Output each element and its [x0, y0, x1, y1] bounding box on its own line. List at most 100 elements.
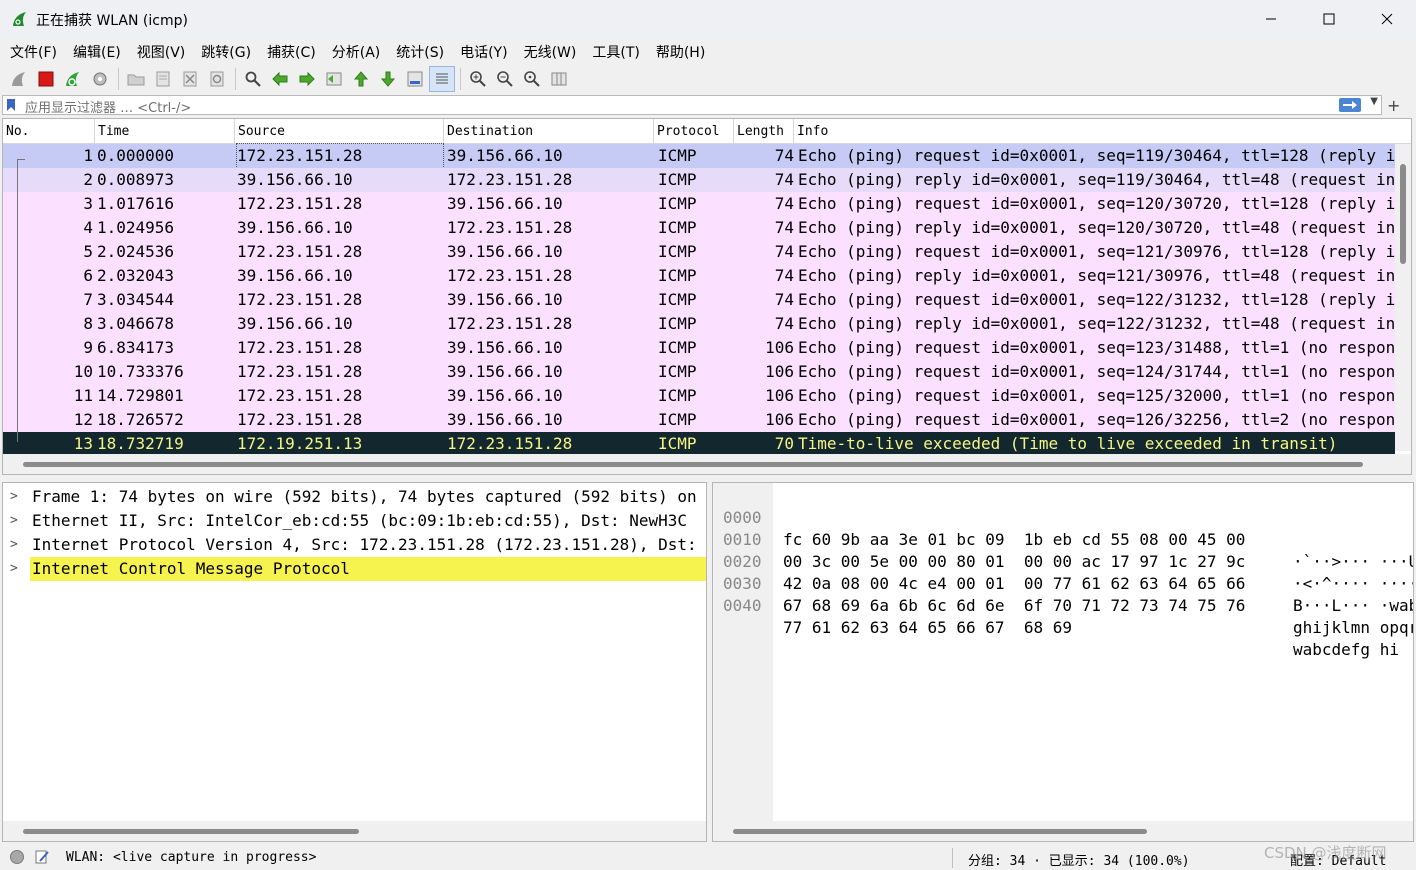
capture-comment-icon[interactable] [34, 849, 50, 865]
packet-list-horizontal-scrollbar[interactable] [3, 454, 1411, 474]
packet-info: Echo (ping) reply id=0x0001, seq=119/304… [798, 170, 1395, 189]
packet-row[interactable]: 10 10.733376 172.23.151.28 39.156.66.10 … [3, 360, 1395, 384]
details-horizontal-scrollbar[interactable] [3, 821, 706, 841]
go-first-button[interactable] [348, 66, 374, 92]
byte-hex[interactable]: fc 60 9b aa 3e 01 bc 09 1b eb cd 55 08 0… [783, 529, 1245, 551]
packet-info: Time-to-live exceeded (Time to live exce… [798, 434, 1338, 453]
scrollbar-thumb[interactable] [1400, 164, 1406, 264]
packet-row-ttl-exceeded[interactable]: 13 18.732719 172.19.251.13 172.23.151.28… [3, 432, 1395, 456]
zoom-out-button[interactable] [492, 66, 518, 92]
menu-go[interactable]: 跳转(G) [193, 38, 259, 64]
bytes-horizontal-scrollbar[interactable] [713, 821, 1413, 841]
menu-analyze[interactable]: 分析(A) [324, 38, 389, 64]
byte-ascii[interactable]: ·`··>··· ···U··E· [1293, 551, 1413, 573]
scrollbar-thumb[interactable] [23, 462, 1363, 467]
scrollbar-thumb[interactable] [733, 829, 1147, 834]
packet-protocol: ICMP [658, 362, 697, 381]
start-capture-button[interactable] [6, 66, 32, 92]
packet-row[interactable]: 3 1.017616 172.23.151.28 39.156.66.10 IC… [3, 192, 1395, 216]
menu-view[interactable]: 视图(V) [129, 38, 194, 64]
close-file-button[interactable] [177, 66, 203, 92]
go-last-button[interactable] [375, 66, 401, 92]
chevron-right-icon[interactable]: > [10, 509, 18, 533]
chevron-right-icon[interactable]: > [10, 533, 18, 557]
packet-destination: 172.23.151.28 [447, 266, 573, 285]
byte-ascii[interactable]: B···L··· ·wabcdef [1293, 595, 1413, 617]
restart-capture-button[interactable] [60, 66, 86, 92]
save-file-button[interactable] [150, 66, 176, 92]
packet-length: 70 [774, 434, 794, 453]
packet-row[interactable]: 8 3.046678 39.156.66.10 172.23.151.28 IC… [3, 312, 1395, 336]
packet-row[interactable]: 9 6.834173 172.23.151.28 39.156.66.10 IC… [3, 336, 1395, 360]
menu-telephony[interactable]: 电话(Y) [452, 38, 515, 64]
open-file-button[interactable] [123, 66, 149, 92]
display-filter-bar[interactable]: 应用显示过滤器 … <Ctrl-/> ▼ [2, 95, 1382, 116]
column-header-length[interactable]: Length [734, 119, 794, 144]
detail-tree-item[interactable]: > Frame 1: 74 bytes on wire (592 bits), … [3, 485, 706, 509]
menu-help[interactable]: 帮助(H) [648, 38, 713, 64]
menu-file[interactable]: 文件(F) [2, 38, 65, 64]
byte-ascii[interactable]: ghijklmn opqrstuv [1293, 617, 1413, 639]
byte-hex[interactable]: 42 0a 08 00 4c e4 00 01 00 77 61 62 63 6… [783, 573, 1245, 595]
scrollbar-thumb[interactable] [23, 829, 359, 834]
column-header-info[interactable]: Info [794, 119, 1411, 144]
menu-wireless[interactable]: 无线(W) [516, 38, 585, 64]
packet-destination: 172.23.151.28 [447, 434, 573, 453]
detail-tree-item[interactable]: > Ethernet II, Src: IntelCor_eb:cd:55 (b… [3, 509, 706, 533]
colorize-list-icon [436, 73, 448, 84]
go-forward-button[interactable] [294, 66, 320, 92]
auto-scroll-button[interactable] [402, 66, 428, 92]
packet-row[interactable]: 11 14.729801 172.23.151.28 39.156.66.10 … [3, 384, 1395, 408]
packet-row[interactable]: 12 18.726572 172.23.151.28 39.156.66.10 … [3, 408, 1395, 432]
close-button[interactable] [1358, 0, 1416, 38]
zoom-normal-button[interactable] [519, 66, 545, 92]
packet-length: 74 [774, 242, 794, 261]
byte-hex[interactable]: 67 68 69 6a 6b 6c 6d 6e 6f 70 71 72 73 7… [783, 595, 1245, 617]
go-back-button[interactable] [267, 66, 293, 92]
packet-list-vertical-scrollbar[interactable] [1395, 144, 1411, 451]
menu-capture[interactable]: 捕获(C) [259, 38, 324, 64]
zoom-in-button[interactable] [465, 66, 491, 92]
column-header-source[interactable]: Source [235, 119, 444, 144]
detail-tree-item[interactable]: > Internet Control Message Protocol [3, 557, 706, 581]
packet-row[interactable]: 4 1.024956 39.156.66.10 172.23.151.28 IC… [3, 216, 1395, 240]
detail-tree-item[interactable]: > Internet Protocol Version 4, Src: 172.… [3, 533, 706, 557]
add-filter-button[interactable]: + [1387, 96, 1400, 115]
packet-row[interactable]: 1 0.000000 172.23.151.28 39.156.66.10 IC… [3, 143, 1395, 169]
byte-hex[interactable]: 77 61 62 63 64 65 66 67 68 69 [783, 617, 1072, 639]
column-header-protocol[interactable]: Protocol [654, 119, 734, 144]
packet-row[interactable]: 6 2.032043 39.156.66.10 172.23.151.28 IC… [3, 264, 1395, 288]
expert-info-icon[interactable] [10, 850, 24, 864]
menu-edit[interactable]: 编辑(E) [65, 38, 129, 64]
byte-ascii[interactable]: wabcdefg hi [1293, 639, 1399, 661]
filter-dropdown-button[interactable]: ▼ [1370, 96, 1378, 107]
display-filter-input[interactable]: 应用显示过滤器 … <Ctrl-/> [25, 97, 191, 116]
packet-row[interactable]: 7 3.034544 172.23.151.28 39.156.66.10 IC… [3, 288, 1395, 312]
byte-ascii[interactable]: ·<·^···· ······'· [1293, 573, 1413, 595]
menu-statistics[interactable]: 统计(S) [388, 38, 452, 64]
colorize-button[interactable] [429, 66, 455, 92]
column-header-time[interactable]: Time [95, 119, 235, 144]
packet-row[interactable]: 5 2.024536 172.23.151.28 39.156.66.10 IC… [3, 240, 1395, 264]
go-to-packet-button[interactable] [321, 66, 347, 92]
stop-capture-button[interactable] [33, 66, 59, 92]
packet-row[interactable]: 2 0.008973 39.156.66.10 172.23.151.28 IC… [3, 168, 1395, 192]
reload-file-button[interactable] [204, 66, 230, 92]
gear-icon [93, 72, 107, 86]
packet-source: 39.156.66.10 [237, 266, 353, 285]
column-header-destination[interactable]: Destination [444, 119, 654, 144]
chevron-right-icon[interactable]: > [10, 485, 18, 509]
chevron-right-icon[interactable]: > [10, 557, 18, 581]
maximize-button[interactable] [1300, 0, 1358, 38]
resize-columns-button[interactable] [546, 66, 572, 92]
packet-source: 172.23.151.28 [237, 410, 363, 429]
find-packet-button[interactable] [240, 66, 266, 92]
column-header-no[interactable]: No. [3, 119, 95, 144]
apply-filter-button[interactable] [1339, 98, 1361, 112]
menu-tools[interactable]: 工具(T) [584, 38, 647, 64]
bookmark-icon[interactable] [6, 98, 16, 112]
minimize-button[interactable] [1242, 0, 1300, 38]
byte-hex[interactable]: 00 3c 00 5e 00 00 80 01 00 00 ac 17 97 1… [783, 551, 1245, 573]
capture-options-button[interactable] [87, 66, 113, 92]
file-icon [156, 71, 170, 87]
